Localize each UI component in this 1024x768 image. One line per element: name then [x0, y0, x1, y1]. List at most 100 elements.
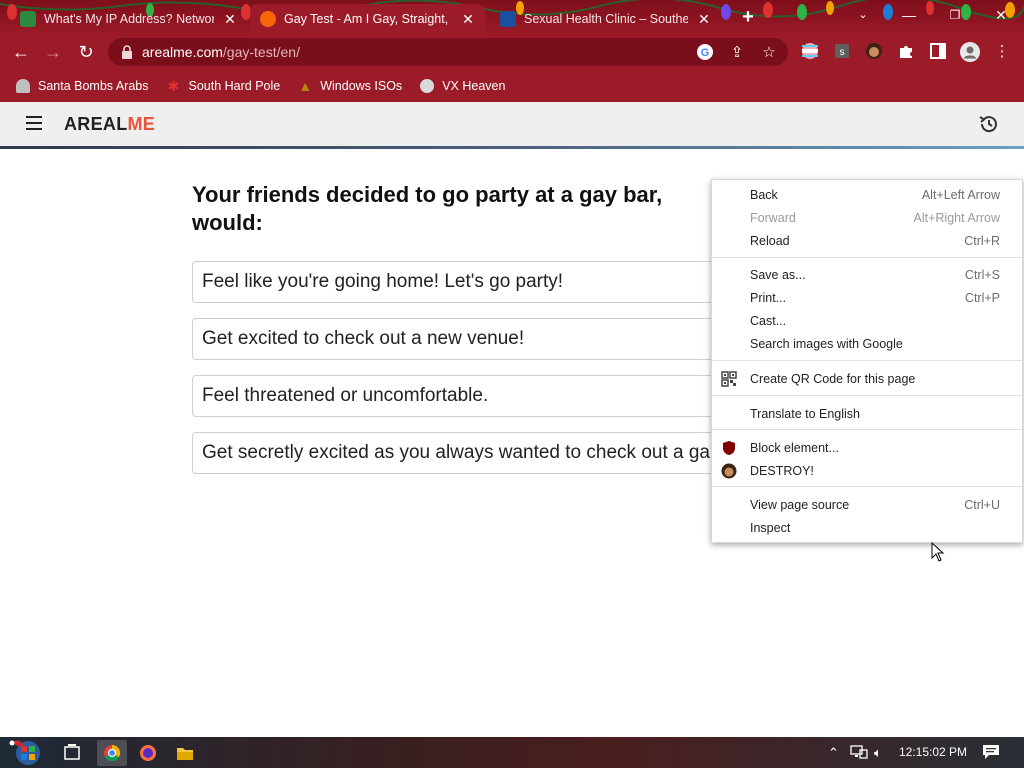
menu-kebab-icon[interactable]: ⋮ — [992, 42, 1012, 62]
trans-flag-extension-icon[interactable] — [800, 42, 820, 62]
tab-title: What's My IP Address? Network — [44, 12, 214, 26]
mouse-cursor-icon — [931, 542, 945, 562]
hamburger-menu-icon[interactable] — [26, 116, 42, 130]
tab-gay-test[interactable]: Gay Test - Am I Gay, Straight, or ✕ — [250, 4, 486, 34]
menu-item-create-qr[interactable]: Create QR Code for this page — [712, 368, 1022, 391]
svg-text:G: G — [701, 47, 710, 59]
menu-item-translate[interactable]: Translate to English — [712, 403, 1022, 426]
menu-item-search-images[interactable]: Search images with Google — [712, 333, 1022, 356]
bookmark-vx-heaven[interactable]: VX Heaven — [420, 79, 505, 93]
menu-label: Translate to English — [750, 407, 861, 421]
menu-shortcut: Alt+Left Arrow — [921, 188, 1000, 202]
volume-icon[interactable]: 🔈︎ — [874, 745, 882, 761]
task-view-icon[interactable] — [57, 740, 87, 766]
back-button[interactable]: ← — [10, 41, 32, 63]
menu-item-view-source[interactable]: View page source Ctrl+U — [712, 494, 1022, 517]
network-icon[interactable] — [850, 745, 868, 762]
menu-item-inspect[interactable]: Inspect — [712, 517, 1022, 540]
tab-sexual-health-clinic[interactable]: Sexual Health Clinic – Southern ✕ — [490, 4, 722, 34]
menu-separator — [712, 395, 1022, 396]
menu-item-save-as[interactable]: Save as... Ctrl+S — [712, 264, 1022, 287]
taskbar-clock[interactable]: 12:15:02 PM — [899, 745, 967, 759]
snowflake-icon: ✱ — [167, 78, 180, 94]
menu-label: View page source — [750, 498, 850, 512]
firefox-taskbar-icon[interactable] — [133, 740, 163, 766]
menu-item-print[interactable]: Print... Ctrl+P — [712, 287, 1022, 310]
menu-item-destroy[interactable]: DESTROY! — [712, 460, 1022, 483]
menu-label: Forward — [750, 211, 796, 225]
menu-label: Back — [750, 188, 778, 202]
menu-separator — [712, 257, 1022, 258]
url-text: arealme.com/gay-test/en/ — [142, 44, 300, 60]
menu-label: Print... — [750, 291, 787, 305]
tab-strip: What's My IP Address? Network ✕ Gay Test… — [0, 0, 1024, 34]
menu-label: Block element... — [750, 441, 839, 455]
menu-shortcut: Ctrl+S — [964, 268, 1000, 282]
fox-icon — [260, 11, 276, 27]
tab-title: Sexual Health Clinic – Southern — [524, 12, 688, 26]
close-icon[interactable]: ✕ — [696, 11, 712, 27]
menu-shortcut: Ctrl+R — [964, 234, 1000, 248]
quiz-question: Your friends decided to go party at a ga… — [192, 182, 663, 235]
ublock-shield-icon — [723, 441, 735, 455]
answer-option[interactable]: Get secretly excited as you always wante… — [192, 432, 752, 474]
menu-separator — [712, 429, 1022, 430]
new-tab-button[interactable]: + — [737, 6, 759, 28]
url-path: /gay-test/en/ — [222, 44, 300, 60]
side-panel-icon[interactable] — [928, 42, 948, 62]
tree-icon: ▲ — [298, 78, 313, 94]
bookmark-santa-bombs-arabs[interactable]: Santa Bombs Arabs — [16, 79, 148, 93]
answer-option[interactable]: Get excited to check out a new venue! — [192, 318, 752, 360]
start-button-icon[interactable] — [6, 737, 46, 768]
close-icon[interactable]: ✕ — [222, 11, 238, 27]
address-bar[interactable]: arealme.com/gay-test/en/ G ⇪ ☆ — [108, 38, 788, 66]
forward-button[interactable]: → — [42, 41, 64, 63]
bookmark-south-hard-pole[interactable]: ✱ South Hard Pole — [166, 78, 281, 94]
menu-item-reload[interactable]: Reload Ctrl+R — [712, 230, 1022, 253]
logo-accent: ME — [127, 114, 156, 134]
nhs-icon — [500, 11, 516, 27]
bookmark-star-icon[interactable]: ☆ — [759, 43, 779, 63]
answer-option[interactable]: Feel threatened or uncomfortable. — [192, 375, 752, 417]
answer-option[interactable]: Feel like you're going home! Let's go pa… — [192, 261, 752, 303]
logo-main: AREAL — [64, 114, 128, 134]
file-explorer-taskbar-icon[interactable] — [170, 740, 200, 766]
close-window-button[interactable]: ✕ — [978, 0, 1024, 30]
header-accent-bar — [0, 146, 1024, 149]
avatar-extension-icon[interactable] — [864, 42, 884, 62]
close-icon[interactable]: ✕ — [460, 11, 476, 27]
menu-label: Inspect — [750, 521, 791, 535]
share-icon[interactable]: ⇪ — [727, 43, 747, 63]
tab-search-icon[interactable]: ⌄ — [840, 0, 886, 30]
menu-item-forward[interactable]: Forward Alt+Right Arrow — [712, 207, 1022, 230]
google-lens-icon[interactable]: G — [695, 43, 715, 63]
s-extension-icon[interactable]: s — [832, 42, 852, 62]
browser-toolbar: ← → ↻ arealme.com/gay-test/en/ G ⇪ ☆ s ⋮ — [0, 34, 1024, 70]
skull-icon — [420, 79, 435, 93]
windows-taskbar: ⌃ 🔈︎ 12:15:02 PM — [0, 737, 1024, 768]
menu-shortcut: Ctrl+U — [964, 498, 1000, 512]
tray-expand-icon[interactable]: ⌃ — [828, 745, 839, 761]
site-logo[interactable]: AREALME — [64, 114, 155, 135]
tab-whats-my-ip[interactable]: What's My IP Address? Network ✕ — [10, 4, 248, 34]
restore-button[interactable]: ❐ — [932, 0, 978, 30]
tab-title: Gay Test - Am I Gay, Straight, or — [284, 12, 452, 26]
reload-button[interactable]: ↻ — [75, 41, 97, 63]
menu-item-back[interactable]: Back Alt+Left Arrow — [712, 184, 1022, 207]
menu-label: Search images with Google — [750, 337, 903, 351]
menu-label: Reload — [750, 234, 790, 248]
menu-label: Cast... — [750, 314, 787, 328]
qr-code-icon — [721, 371, 737, 387]
context-menu: Back Alt+Left Arrow Forward Alt+Right Ar… — [711, 179, 1023, 543]
menu-item-block-element[interactable]: Block element... — [712, 437, 1022, 460]
extensions-puzzle-icon[interactable] — [896, 42, 916, 62]
history-icon[interactable] — [978, 113, 1000, 135]
notification-center-icon[interactable] — [982, 744, 1000, 760]
chrome-taskbar-icon[interactable] — [97, 740, 127, 766]
profile-icon[interactable] — [960, 42, 980, 62]
menu-item-cast[interactable]: Cast... — [712, 310, 1022, 333]
minimize-button[interactable]: — — [886, 0, 932, 30]
bookmark-windows-isos[interactable]: ▲ Windows ISOs — [298, 79, 402, 93]
bookmarks-bar: Santa Bombs Arabs ✱ South Hard Pole ▲ Wi… — [0, 70, 1024, 102]
svg-text:s: s — [840, 47, 845, 58]
